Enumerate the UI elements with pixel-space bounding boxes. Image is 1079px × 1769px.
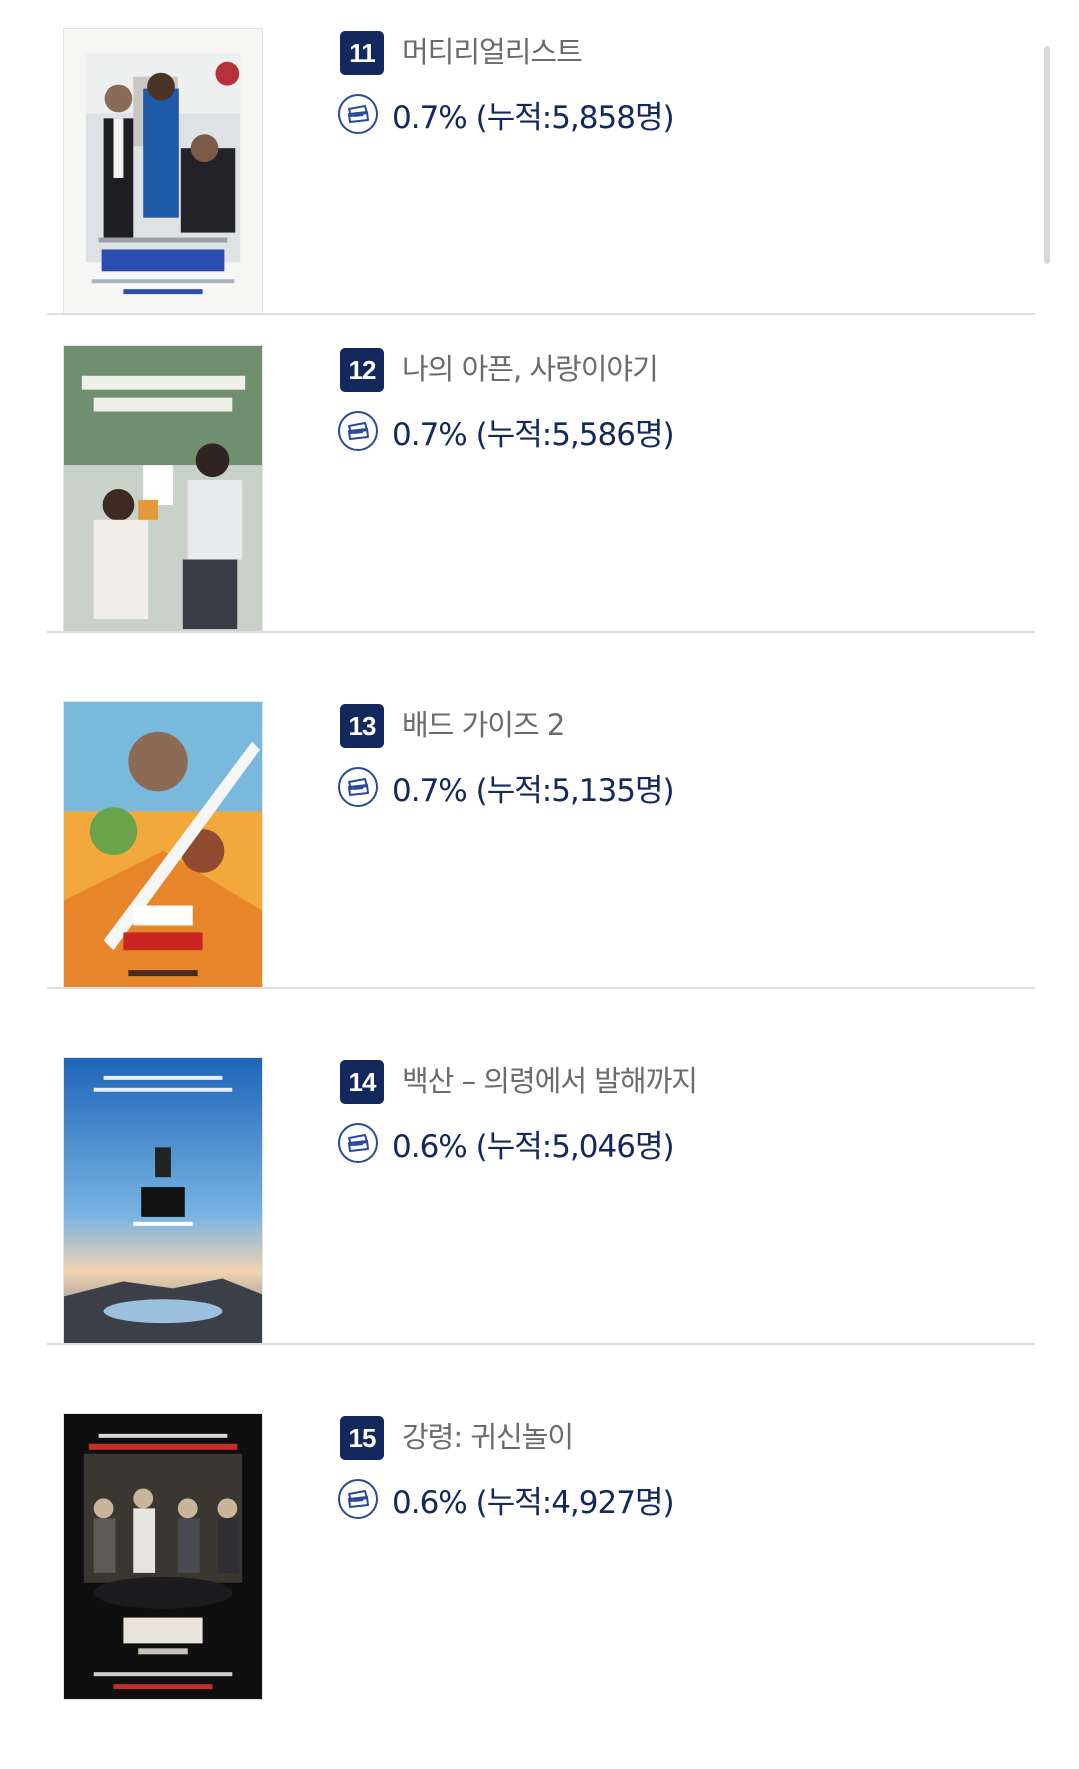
movie-title[interactable]: 백산 – 의령에서 발해까지 <box>402 1059 698 1103</box>
audience-share: 0.7% (누적:5,858명) <box>392 92 675 137</box>
audience-stat: 0.7% (누적:5,586명) <box>338 409 675 454</box>
movie-poster[interactable] <box>63 1057 263 1344</box>
divider <box>47 631 1035 633</box>
list-item[interactable]: 14 백산 – 의령에서 발해까지 0.6% (누적:5,046명) <box>0 1057 1079 1413</box>
audience-stat: 0.6% (누적:5,046명) <box>338 1121 675 1166</box>
cumulative-count: (누적:5,858명) <box>475 99 675 136</box>
rank-badge: 11 <box>340 31 384 75</box>
cumulative-count: (누적:5,135명) <box>475 772 675 809</box>
share-percent: 0.7% <box>392 416 468 453</box>
rank-badge: 15 <box>340 1416 384 1460</box>
movie-poster[interactable] <box>63 345 263 632</box>
share-percent: 0.7% <box>392 99 468 136</box>
divider <box>47 1343 1035 1345</box>
movie-poster[interactable] <box>63 1413 263 1700</box>
list-item[interactable]: 15 강령: 귀신놀이 0.6% (누적:4,927명) <box>0 1413 1079 1769</box>
rank-badge: 13 <box>340 704 384 748</box>
audience-stat: 0.7% (누적:5,858명) <box>338 92 675 137</box>
movie-poster[interactable] <box>63 701 263 988</box>
movie-title[interactable]: 머티리얼리스트 <box>402 30 583 74</box>
list-item[interactable]: 12 나의 아픈, 사랑이야기 0.7% (누적:5,586명) <box>0 345 1079 701</box>
audience-share: 0.7% (누적:5,135명) <box>392 765 675 810</box>
divider <box>47 987 1035 989</box>
movie-poster[interactable] <box>63 28 263 315</box>
share-percent: 0.6% <box>392 1484 468 1521</box>
ticket-icon <box>338 1479 378 1519</box>
share-percent: 0.7% <box>392 772 468 809</box>
movie-title[interactable]: 강령: 귀신놀이 <box>402 1415 574 1459</box>
divider <box>47 313 1035 315</box>
movie-title[interactable]: 나의 아픈, 사랑이야기 <box>402 347 659 391</box>
audience-share: 0.6% (누적:5,046명) <box>392 1121 675 1166</box>
ticket-icon <box>338 767 378 807</box>
rank-badge: 12 <box>340 348 384 392</box>
audience-stat: 0.7% (누적:5,135명) <box>338 765 675 810</box>
cumulative-count: (누적:5,586명) <box>475 416 675 453</box>
audience-stat: 0.6% (누적:4,927명) <box>338 1477 675 1522</box>
cumulative-count: (누적:4,927명) <box>475 1484 675 1521</box>
audience-share: 0.7% (누적:5,586명) <box>392 409 675 454</box>
audience-share: 0.6% (누적:4,927명) <box>392 1477 675 1522</box>
ticket-icon <box>338 1123 378 1163</box>
list-item[interactable]: 11 머티리얼리스트 0.7% (누적:5,858명) <box>0 28 1079 384</box>
movie-title[interactable]: 배드 가이즈 2 <box>402 703 565 747</box>
rank-badge: 14 <box>340 1060 384 1104</box>
ticket-icon <box>338 94 378 134</box>
cumulative-count: (누적:5,046명) <box>475 1128 675 1165</box>
list-item[interactable]: 13 배드 가이즈 2 0.7% (누적:5,135명) <box>0 701 1079 1057</box>
share-percent: 0.6% <box>392 1128 468 1165</box>
ticket-icon <box>338 411 378 451</box>
